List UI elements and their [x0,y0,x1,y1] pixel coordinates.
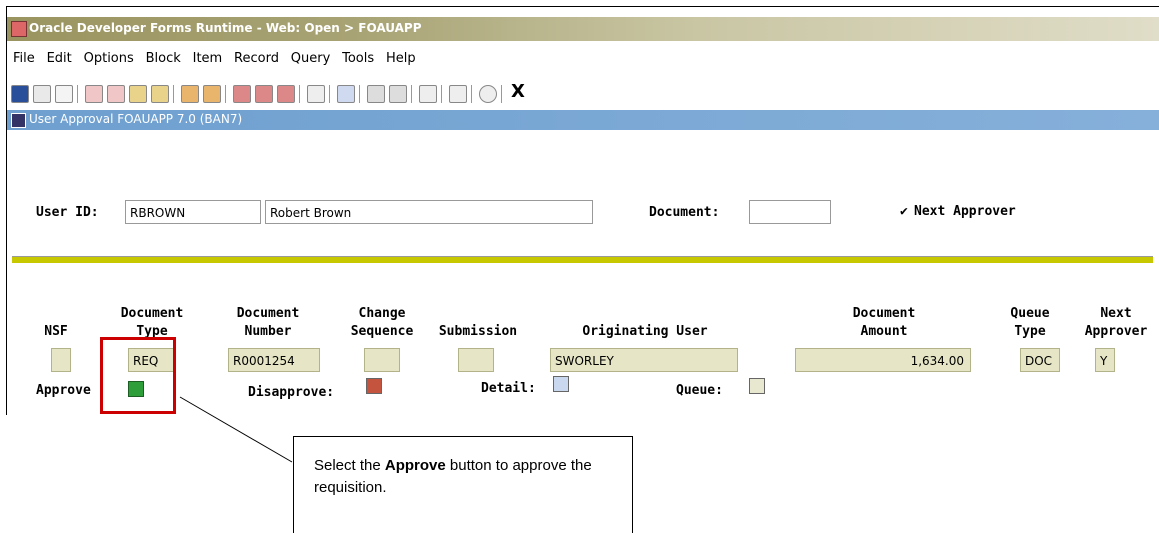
callout-text: Select the Approve button to approve the… [314,455,612,499]
instruction-callout: Select the Approve button to approve the… [293,436,633,533]
callout-text-before: Select the [314,457,385,474]
callout-text-bold: Approve [384,457,446,474]
